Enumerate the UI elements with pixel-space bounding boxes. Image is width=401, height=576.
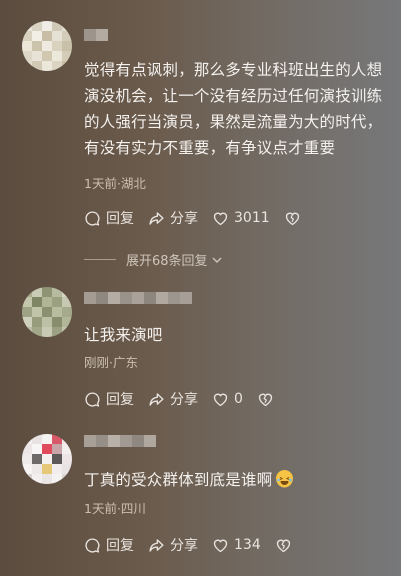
comment-text: 觉得有点讽刺，那么多专业科班出生的人想演没机会，让一个没有经历过任何演技训练的人… [84,61,383,157]
comment-meta: 1天前·湖北 [84,176,146,191]
avatar[interactable] [22,434,72,484]
expand-replies-button[interactable]: 展开68条回复 [84,250,223,269]
reply-button[interactable]: 回复 [84,535,134,555]
like-button[interactable]: 134 [212,537,261,554]
like-count: 134 [234,537,261,553]
reply-button[interactable]: 回复 [84,208,134,228]
avatar[interactable] [22,21,72,71]
like-count: 0 [234,391,243,407]
comment-meta: 1天前·四川 [84,501,146,516]
share-label: 分享 [170,392,198,408]
heart-icon [213,539,228,552]
avatar[interactable] [22,287,72,337]
comment-actions: 回复 分享 0 [84,389,288,409]
share-label: 分享 [170,538,198,554]
expand-replies-label: 展开68条回复 [126,254,208,269]
laughing-tears-emoji [276,470,294,488]
heart-icon [213,393,228,406]
reply-label: 回复 [106,211,134,227]
share-button[interactable]: 分享 [148,535,198,555]
share-arrow-icon [149,538,164,552]
username[interactable] [84,29,108,41]
dislike-button[interactable] [284,210,301,227]
like-button[interactable]: 0 [212,391,243,408]
broken-heart-icon [285,212,299,225]
share-label: 分享 [170,211,198,227]
comment-bubble-icon [85,391,100,407]
comment-meta: 刚刚·广东 [84,355,138,370]
share-arrow-icon [149,392,164,406]
broken-heart-icon [258,393,273,406]
share-button[interactable]: 分享 [148,208,198,228]
comment-text: 让我来演吧 [84,326,163,344]
comment-actions: 回复 分享 134 [84,535,306,555]
heart-icon [213,212,228,225]
dislike-button[interactable] [275,537,292,554]
share-arrow-icon [149,211,164,225]
comment-actions: 回复 分享 3011 [84,208,315,228]
divider [84,259,116,260]
like-count: 3011 [234,210,270,226]
comment-bubble-icon [85,537,100,553]
comment-bubble-icon [85,210,100,226]
reply-button[interactable]: 回复 [84,389,134,409]
reply-label: 回复 [106,392,134,408]
chevron-down-icon [212,257,222,263]
username[interactable] [84,292,192,304]
username[interactable] [84,435,156,447]
reply-label: 回复 [106,538,134,554]
comment-text: 丁真的受众群体到底是谁啊 [84,467,384,493]
comment-text-content: 丁真的受众群体到底是谁啊 [84,471,273,489]
like-button[interactable]: 3011 [212,210,270,227]
dislike-button[interactable] [257,391,274,408]
share-button[interactable]: 分享 [148,389,198,409]
broken-heart-icon [276,539,290,552]
